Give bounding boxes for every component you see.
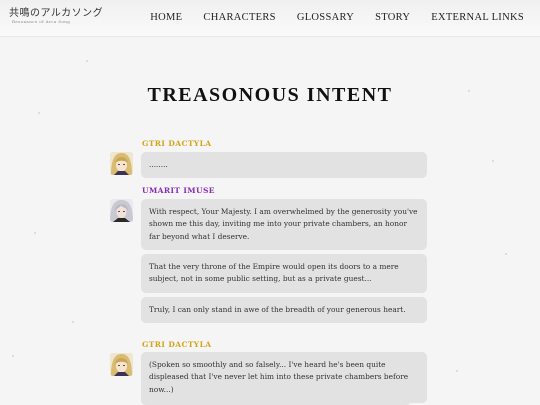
sparkle <box>86 60 88 62</box>
site-logo[interactable]: 共鳴のアルカソング Resonance of Arca Song <box>9 8 103 25</box>
sparkle <box>38 112 40 114</box>
dialogue-bubble: That the very throne of the Empire would… <box>141 254 427 293</box>
silver-haired-portrait-icon <box>110 199 133 222</box>
logo-title: 共鳴のアルカソング <box>9 8 104 19</box>
sparkle <box>72 321 74 323</box>
nav-story-link[interactable]: STORY <box>375 12 410 23</box>
speaker-name: UMARIT IMUSE <box>142 186 215 195</box>
gtri-avatar <box>110 152 133 175</box>
dialogue-bubble: ........ <box>141 152 427 179</box>
blond-portrait-icon <box>110 152 133 175</box>
logo-subtitle: Resonance of Arca Song <box>12 19 71 24</box>
sparkle <box>456 370 458 372</box>
dialogue-bubble-partial <box>141 396 411 405</box>
nav-characters-link[interactable]: CHARACTERS <box>203 12 275 23</box>
nav-home-link[interactable]: HOME <box>150 12 182 23</box>
sparkle <box>12 355 14 357</box>
sparkle <box>505 253 507 255</box>
dialogue-bubble: With respect, Your Majesty. I am overwhe… <box>141 199 427 251</box>
sparkle <box>492 160 494 162</box>
blond-portrait-icon <box>110 353 133 376</box>
nav-glossary-link[interactable]: GLOSSARY <box>297 12 354 23</box>
dialogue-bubble: Truly, I can only stand in awe of the br… <box>141 297 427 324</box>
top-navigation-bar: 共鳴のアルカソング Resonance of Arca Song HOME CH… <box>0 0 540 37</box>
gtri-avatar <box>110 353 133 376</box>
main-menu: HOME CHARACTERS GLOSSARY STORY EXTERNAL … <box>150 12 524 23</box>
sparkle <box>34 232 36 234</box>
nav-external-links-link[interactable]: EXTERNAL LINKS <box>431 12 524 23</box>
speaker-name: GTRI DACTYLA <box>142 340 212 349</box>
umarit-avatar <box>110 199 133 222</box>
page-title: TREASONOUS INTENT <box>147 84 393 106</box>
speaker-name: GTRI DACTYLA <box>142 139 212 148</box>
